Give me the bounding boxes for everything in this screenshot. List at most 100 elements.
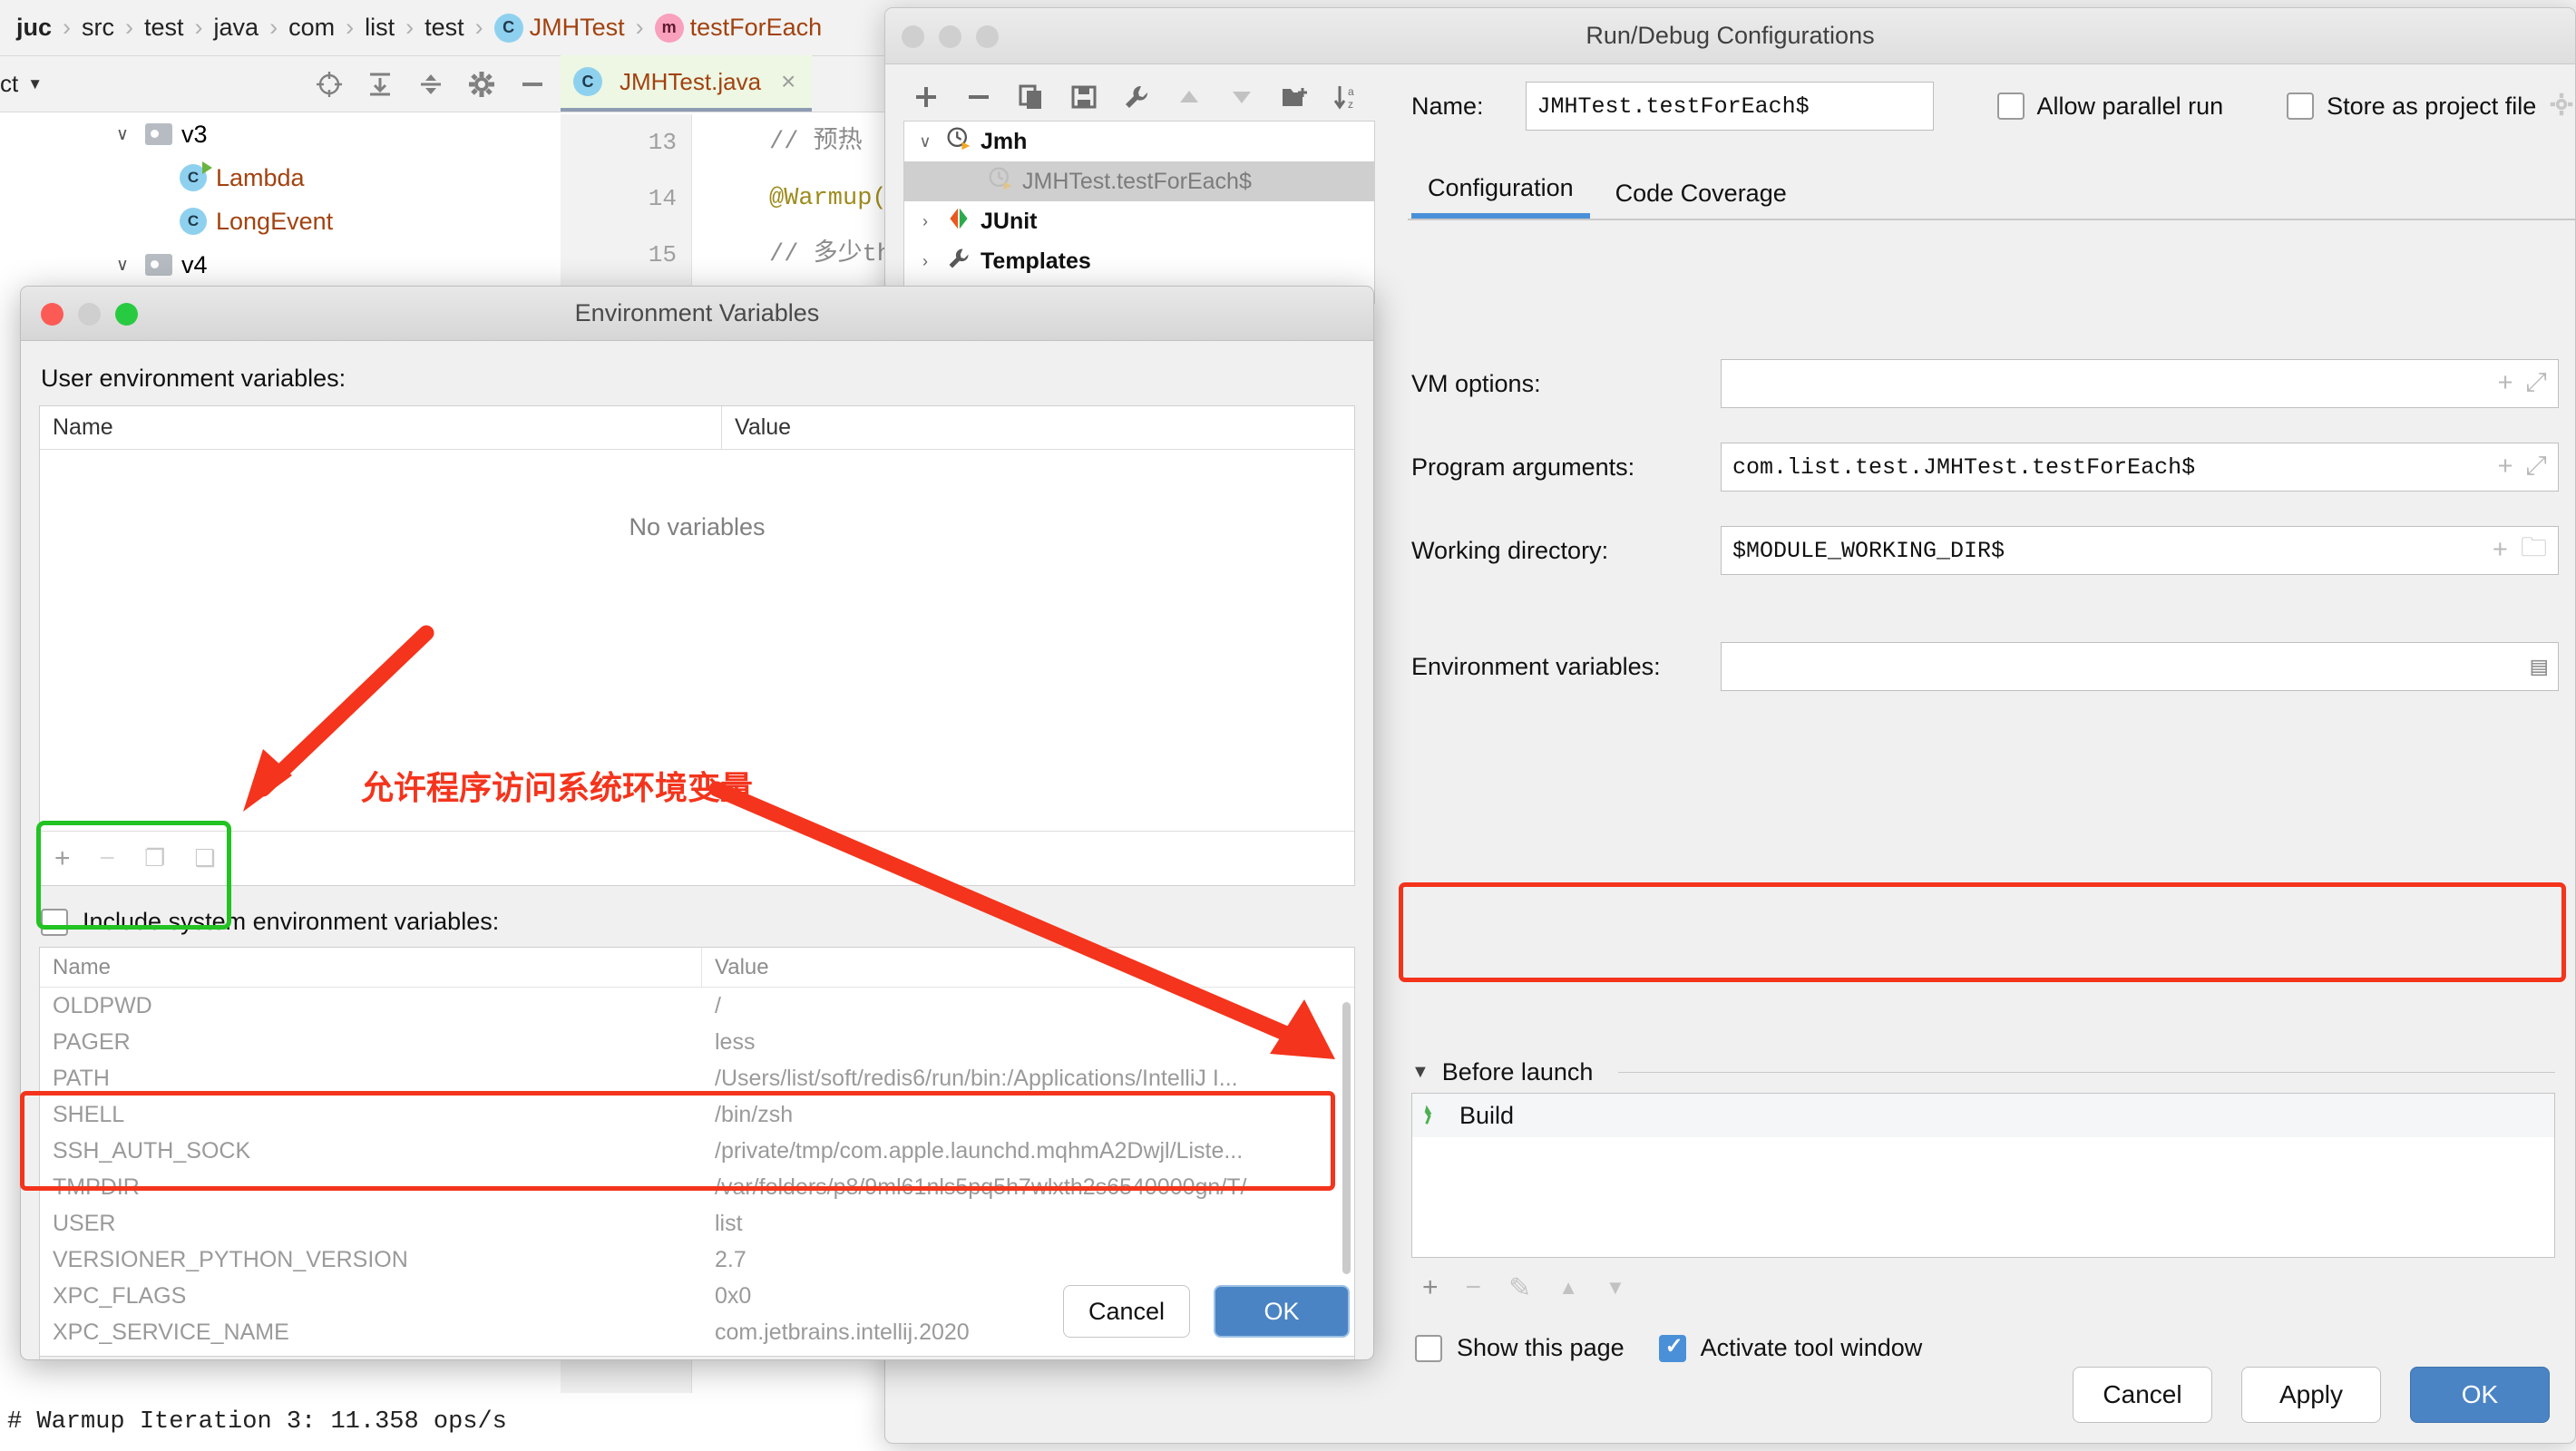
field-value: com.list.test.JMHTest.testForEach$	[1732, 453, 2196, 481]
env-browse-icon[interactable]: ▤	[2532, 650, 2547, 683]
field-input-working-directory[interactable]: $MODULE_WORKING_DIR$ + 🗀	[1721, 526, 2559, 575]
field-input-program-arguments[interactable]: com.list.test.JMHTest.testForEach$ + ⤢	[1721, 443, 2559, 492]
gear-icon[interactable]	[466, 69, 497, 100]
config-tree-item-jmh[interactable]: ∨ Jmh	[904, 122, 1374, 161]
add-icon[interactable]	[911, 82, 942, 112]
locate-icon[interactable]	[314, 69, 345, 100]
sort-alphabetically-icon[interactable]: az	[1332, 82, 1362, 112]
expand-icon[interactable]: ⤢	[2526, 453, 2547, 482]
folder-icon[interactable]: 🗀	[2521, 529, 2547, 573]
java-method-icon: m	[654, 13, 684, 43]
breadcrumb-item-test[interactable]: test	[135, 14, 193, 42]
close-window-icon[interactable]	[902, 24, 924, 48]
breadcrumb-item-jmhtest[interactable]: C JMHTest	[485, 13, 634, 43]
window-controls[interactable]	[41, 287, 138, 341]
before-launch-list[interactable]: Build	[1411, 1093, 2555, 1258]
collapse-triangle-icon[interactable]: ▼	[1411, 1062, 1429, 1083]
remove-icon[interactable]: −	[1466, 1272, 1482, 1303]
chevron-right-icon[interactable]: ›	[913, 212, 937, 231]
maximize-window-icon[interactable]	[976, 24, 999, 48]
name-input[interactable]: JMHTest.testForEach$	[1525, 82, 1934, 131]
move-down-icon[interactable]: ▼	[1605, 1276, 1625, 1300]
field-actions: + ⤢	[2497, 369, 2547, 399]
config-tree-item-label: JMHTest.testForEach$	[1022, 168, 1252, 194]
add-icon[interactable]: +	[1422, 1272, 1439, 1303]
cancel-button[interactable]: Cancel	[2073, 1367, 2212, 1423]
table-row[interactable]: VERSIONER_PYTHON_VERSION 2.7	[40, 1242, 1354, 1278]
breadcrumb-item-java[interactable]: java	[205, 14, 268, 42]
config-tree-item-templates[interactable]: › Templates	[904, 241, 1374, 281]
user-env-table[interactable]: Name Value No variables + − ❐ ❑	[39, 405, 1355, 886]
tab-configuration[interactable]: Configuration	[1411, 174, 1590, 219]
chevron-right-icon[interactable]: ›	[913, 252, 937, 271]
breadcrumb-separator: ›	[474, 14, 483, 41]
env-ok-button[interactable]: OK	[1214, 1285, 1350, 1338]
apply-button[interactable]: Apply	[2241, 1367, 2381, 1423]
gear-icon[interactable]	[2549, 92, 2574, 122]
editor-tab-jmhtest[interactable]: C JMHTest.java ×	[561, 55, 813, 112]
config-tabs[interactable]: Configuration Code Coverage	[1393, 166, 2575, 219]
chevron-down-icon[interactable]: ∨	[913, 132, 937, 151]
minimize-window-icon[interactable]	[78, 302, 101, 326]
copy-icon[interactable]	[1016, 82, 1047, 112]
tree-node-v4[interactable]: ∨ v4	[0, 243, 561, 287]
tab-code-coverage[interactable]: Code Coverage	[1599, 180, 1803, 219]
chinese-annotation: 允许程序访问系统环境变量	[361, 769, 754, 806]
scrollbar[interactable]	[1342, 1002, 1351, 1274]
table-row[interactable]: PAGER less	[40, 1024, 1354, 1060]
remove-icon[interactable]	[963, 82, 994, 112]
macro-plus-icon[interactable]: +	[2497, 453, 2513, 482]
config-tree-item-junit[interactable]: › JUnit	[904, 201, 1374, 241]
tree-node-longevent[interactable]: C LongEvent	[0, 200, 561, 243]
close-icon[interactable]: ×	[781, 67, 795, 96]
allow-parallel-run-label: Allow parallel run	[2036, 92, 2224, 120]
move-down-icon[interactable]	[1226, 82, 1257, 112]
chevron-down-icon[interactable]: ▼	[27, 75, 43, 93]
project-toolbar-label: ct	[0, 70, 19, 97]
activate-tool-window-checkbox[interactable]	[1658, 1333, 1686, 1362]
macro-plus-icon[interactable]: +	[2493, 536, 2508, 566]
breadcrumb-item-src[interactable]: src	[73, 14, 123, 42]
wrench-icon[interactable]	[1121, 82, 1152, 112]
chevron-down-icon[interactable]: ∨	[109, 255, 136, 276]
breadcrumb-item-test[interactable]: test	[415, 14, 473, 42]
tree-node-lambda[interactable]: C Lambda	[0, 156, 561, 200]
config-tree-item-jmhtest-testforeach-[interactable]: JMHTest.testForEach$	[904, 161, 1374, 201]
breadcrumb-item-list[interactable]: list	[356, 14, 404, 42]
folder-icon	[145, 254, 172, 276]
ok-button[interactable]: OK	[2410, 1367, 2550, 1423]
tree-node-v3[interactable]: ∨ v3	[0, 112, 561, 156]
chevron-down-icon[interactable]: ∨	[109, 124, 136, 145]
new-folder-icon[interactable]	[1279, 82, 1310, 112]
edit-icon[interactable]: ✎	[1508, 1272, 1531, 1304]
macro-plus-icon[interactable]: +	[2497, 369, 2513, 399]
collapse-all-icon[interactable]	[415, 69, 446, 100]
close-window-icon[interactable]	[41, 302, 63, 326]
expand-icon[interactable]: ⤢	[2526, 369, 2547, 399]
table-row[interactable]: OLDPWD /	[40, 988, 1354, 1024]
allow-parallel-run-checkbox[interactable]: Allow parallel run	[1996, 92, 2224, 121]
breadcrumb-item-com[interactable]: com	[279, 14, 344, 42]
move-up-icon[interactable]	[1174, 82, 1205, 112]
list-item[interactable]: Build	[1412, 1094, 2554, 1137]
minimize-window-icon[interactable]	[939, 24, 961, 48]
checkbox-box[interactable]	[2287, 93, 2315, 120]
maximize-window-icon[interactable]	[115, 302, 138, 326]
hide-panel-icon[interactable]	[517, 69, 548, 100]
move-up-icon[interactable]: ▲	[1558, 1276, 1578, 1300]
env-cancel-button[interactable]: Cancel	[1063, 1285, 1190, 1338]
field-input-environment-variables[interactable]: ▤	[1721, 642, 2559, 691]
breadcrumb-item-juc[interactable]: juc	[7, 14, 61, 42]
store-as-project-file-checkbox[interactable]: Store as project file	[2287, 92, 2574, 122]
table-row[interactable]: USER list	[40, 1205, 1354, 1242]
checkbox-box[interactable]	[1996, 93, 2025, 120]
show-this-page-checkbox[interactable]	[1415, 1334, 1442, 1362]
save-icon[interactable]	[1068, 82, 1099, 112]
breadcrumb-item-testforeach[interactable]: m testForEach	[646, 13, 832, 43]
field-input-vm-options[interactable]: + ⤢	[1721, 359, 2559, 408]
code-line: // 多少th	[769, 227, 902, 283]
breadcrumb-separator: ›	[125, 14, 134, 41]
configurations-tree[interactable]: ∨ Jmh JMHTest.testForEach$ › JUnit › Templates	[903, 121, 1375, 304]
expand-all-icon[interactable]	[365, 69, 395, 100]
window-controls[interactable]	[902, 8, 999, 64]
